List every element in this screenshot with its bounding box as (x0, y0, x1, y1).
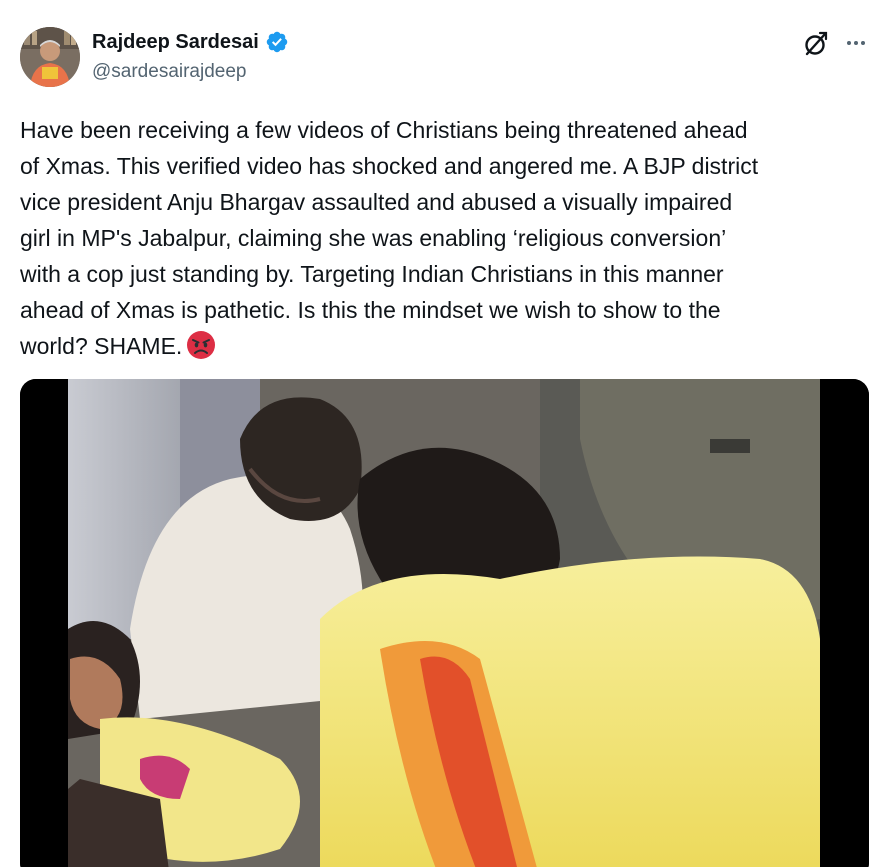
tweet-card: Rajdeep Sardesai @sardesairajdeep Have b… (0, 0, 889, 867)
verified-badge-icon (265, 30, 289, 54)
avatar[interactable] (20, 27, 80, 87)
angry-face-emoji-icon (186, 330, 216, 360)
grok-icon[interactable] (802, 30, 830, 58)
author-handle[interactable]: @sardesairajdeep (92, 60, 247, 84)
tweet-body: Have been receiving a few videos of Chri… (20, 117, 759, 359)
video-thumbnail[interactable] (20, 379, 869, 867)
tweet-text: Have been receiving a few videos of Chri… (20, 112, 870, 364)
display-name[interactable]: Rajdeep Sardesai (92, 30, 259, 54)
author-name-row: Rajdeep Sardesai (92, 30, 289, 54)
more-options-icon[interactable] (843, 30, 869, 56)
